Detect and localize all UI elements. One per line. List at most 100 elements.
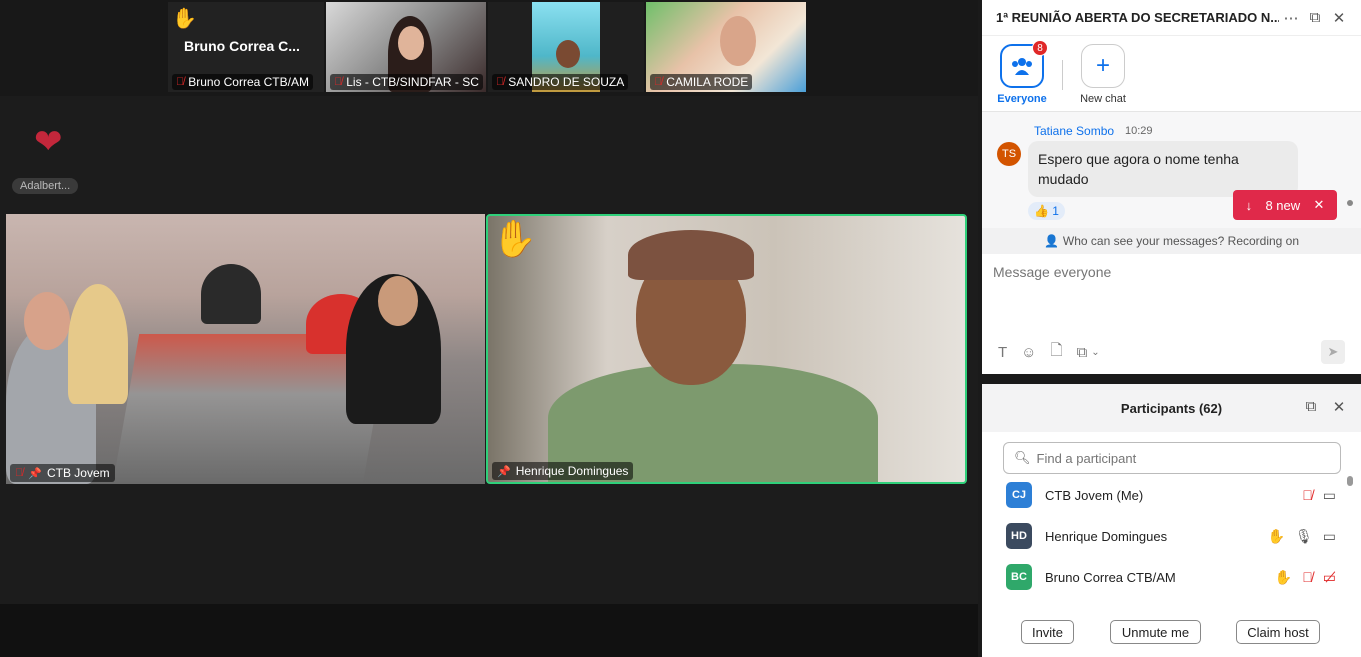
message-list[interactable]: Tatiane Sombo 10:29 TS Espero que agora … <box>982 112 1361 228</box>
video-area: ✋ Bruno Correa C... 🎙̸ Bruno Correa CTB/… <box>0 0 978 657</box>
mic-muted-icon: 🎙̸ <box>654 76 663 88</box>
chat-panel: 1ª REUNIÃO ABERTA DO SECRETARIADO N... ⋯… <box>982 0 1361 374</box>
invite-button[interactable]: Invite <box>1021 620 1074 644</box>
avatar: BC <box>1006 564 1032 590</box>
mic-muted-icon: 🎙̸ <box>496 76 505 88</box>
thumbnail-name: Bruno Correa CTB/AM <box>188 75 309 89</box>
raised-hand-icon: ✋ <box>1267 527 1285 544</box>
pop-out-icon[interactable]: ⧉ <box>1303 9 1327 26</box>
arrow-down-icon: ↓ <box>1245 197 1253 213</box>
thumbnail-name-tag: 🎙̸ Lis - CTB/SINDFAR - SC <box>330 74 483 90</box>
more-options-icon[interactable]: ⋯ <box>1279 9 1303 27</box>
reaction-area: ❤ Adalbert... <box>0 96 978 214</box>
participant-face <box>720 16 756 66</box>
tile-name-tag: 🎙̸ 📌 CTB Jovem <box>10 464 115 482</box>
people-icon <box>1012 58 1032 75</box>
thumbnail-name: SANDRO DE SOUZA <box>508 75 625 89</box>
bottom-bar <box>0 604 978 657</box>
close-icon[interactable]: ✕ <box>1327 9 1351 27</box>
message-input[interactable] <box>982 254 1361 338</box>
unmute-me-button[interactable]: Unmute me <box>1110 620 1201 644</box>
participant-video <box>68 284 128 404</box>
thumbnail-camila[interactable]: 🎙̸ CAMILA RODE <box>646 2 806 92</box>
thumbnail-name: CAMILA RODE <box>666 75 749 89</box>
mic-muted-icon: 🎙̸ <box>15 467 24 479</box>
video-icon[interactable]: ▭ <box>1323 487 1336 504</box>
pin-icon: 📌 <box>28 467 42 480</box>
chevron-down-icon[interactable]: ⌄ <box>1091 347 1099 358</box>
pop-out-icon[interactable]: ⧉ <box>1299 398 1323 416</box>
search-input[interactable] <box>1036 450 1317 466</box>
thumbnail-bruno[interactable]: ✋ Bruno Correa C... 🎙̸ Bruno Correa CTB/… <box>168 2 324 92</box>
thumbnail-name-tag: 🎙̸ Bruno Correa CTB/AM <box>172 74 313 90</box>
chat-header: 1ª REUNIÃO ABERTA DO SECRETARIADO N... ⋯… <box>982 0 1361 36</box>
participants-title: Participants (62) <box>1120 400 1223 416</box>
participant-video <box>201 264 261 324</box>
participant-row[interactable]: HD Henrique Domingues ✋ 🎙 ▭ <box>1006 521 1336 551</box>
tile-name: CTB Jovem <box>46 466 110 480</box>
participant-face <box>24 292 70 350</box>
person-icon: 👤 <box>1043 234 1059 248</box>
thumbnail-name-tag: 🎙̸ SANDRO DE SOUZA <box>492 74 629 90</box>
video-tile-henrique[interactable]: ✋ 📌 Henrique Domingues <box>486 214 967 484</box>
mic-muted-icon[interactable]: 🎙̸ <box>1302 569 1313 585</box>
raised-hand-icon: ✋ <box>1274 568 1293 585</box>
thumbnail-strip: ✋ Bruno Correa C... 🎙̸ Bruno Correa CTB/… <box>0 0 978 96</box>
raised-hand-icon: ✋ <box>492 218 537 259</box>
video-tile-ctb-jovem[interactable]: 🎙̸ 📌 CTB Jovem <box>6 214 485 484</box>
message-time: 10:29 <box>1125 125 1153 137</box>
tab-label: Everyone <box>997 93 1047 105</box>
pin-icon: 📌 <box>497 465 511 478</box>
new-messages-button[interactable]: ↓ 8 new ✕ <box>1233 190 1337 220</box>
mic-muted-icon: 🎙̸ <box>176 76 185 88</box>
send-icon[interactable]: ➤ <box>1321 340 1345 364</box>
tile-name: Henrique Domingues <box>515 464 629 478</box>
close-icon[interactable]: ✕ <box>1327 398 1351 416</box>
tab-everyone[interactable]: 8 Everyone <box>990 40 1054 105</box>
mic-muted-icon: 🎙̸ <box>334 76 343 88</box>
participant-name: Bruno Correa CTB/AM <box>1045 569 1176 585</box>
claim-host-button[interactable]: Claim host <box>1236 620 1320 644</box>
scrollbar[interactable] <box>1347 476 1353 486</box>
compose-toolbar: T ☺ 🗋 ⧉ ⌄ ➤ <box>982 340 1361 364</box>
screenshot-icon[interactable]: ⧉ <box>1077 344 1088 361</box>
chat-tabs: 8 Everyone + New chat <box>982 36 1361 112</box>
thumbnail-lis[interactable]: 🎙̸ Lis - CTB/SINDFAR - SC <box>326 2 486 92</box>
message-author[interactable]: Tatiane Sombo <box>1034 124 1114 138</box>
close-icon[interactable]: ✕ <box>1313 197 1324 213</box>
message-bubble[interactable]: Espero que agora o nome tenha mudado <box>1028 141 1298 197</box>
chat-title: 1ª REUNIÃO ABERTA DO SECRETARIADO N... <box>996 10 1279 25</box>
emoji-icon[interactable]: ☺ <box>1021 344 1036 361</box>
avatar: TS <box>997 142 1021 166</box>
mic-icon[interactable]: 🎙 <box>1295 528 1313 545</box>
participant-row[interactable]: CJ CTB Jovem (Me) 🎙̸ ▭ <box>1006 480 1336 510</box>
thumbnail-sandro[interactable]: 🎙̸ SANDRO DE SOUZA <box>488 2 644 92</box>
participant-status: 🎙̸ ▭ <box>1302 487 1336 504</box>
tab-new-chat[interactable]: + New chat <box>1071 44 1135 105</box>
tab-label: New chat <box>1080 93 1126 105</box>
raised-hand-icon: ✋ <box>172 8 197 30</box>
thumbnail-big-name: Bruno Correa C... <box>184 38 300 54</box>
thumbnail-name-tag: 🎙̸ CAMILA RODE <box>650 74 753 90</box>
participant-name: Henrique Domingues <box>1045 528 1168 544</box>
heart-reaction-icon: ❤ <box>34 123 63 161</box>
message-reaction[interactable]: 👍 1 <box>1028 202 1065 220</box>
message-visibility-link[interactable]: 👤 Who can see your messages? Recording o… <box>982 228 1361 254</box>
plus-icon: + <box>1081 44 1125 88</box>
participant-search[interactable]: 🔍︎ <box>1003 442 1341 474</box>
participant-face <box>378 276 418 326</box>
tile-name-tag: 📌 Henrique Domingues <box>492 462 634 480</box>
avatar: HD <box>1006 523 1032 549</box>
video-off-icon[interactable]: ▭̸ <box>1323 569 1336 586</box>
scrollbar[interactable] <box>1347 200 1353 206</box>
zoom-window: ✋ Bruno Correa C... 🎙̸ Bruno Correa CTB/… <box>0 0 1361 657</box>
cap <box>628 230 754 280</box>
mic-muted-icon[interactable]: 🎙̸ <box>1302 487 1313 503</box>
participant-status: ✋ 🎙̸ ▭̸ <box>1275 569 1336 586</box>
file-icon[interactable]: 🗋 <box>1051 340 1063 365</box>
text-format-icon[interactable]: T <box>998 344 1007 361</box>
participants-panel: Participants (62) ⧉ ✕ 🔍︎ CJ CTB Jovem (M… <box>982 380 1361 657</box>
unread-badge: 8 <box>1032 40 1048 56</box>
video-icon[interactable]: ▭ <box>1323 528 1336 545</box>
participant-row[interactable]: BC Bruno Correa CTB/AM ✋ 🎙̸ ▭̸ <box>1006 562 1336 592</box>
